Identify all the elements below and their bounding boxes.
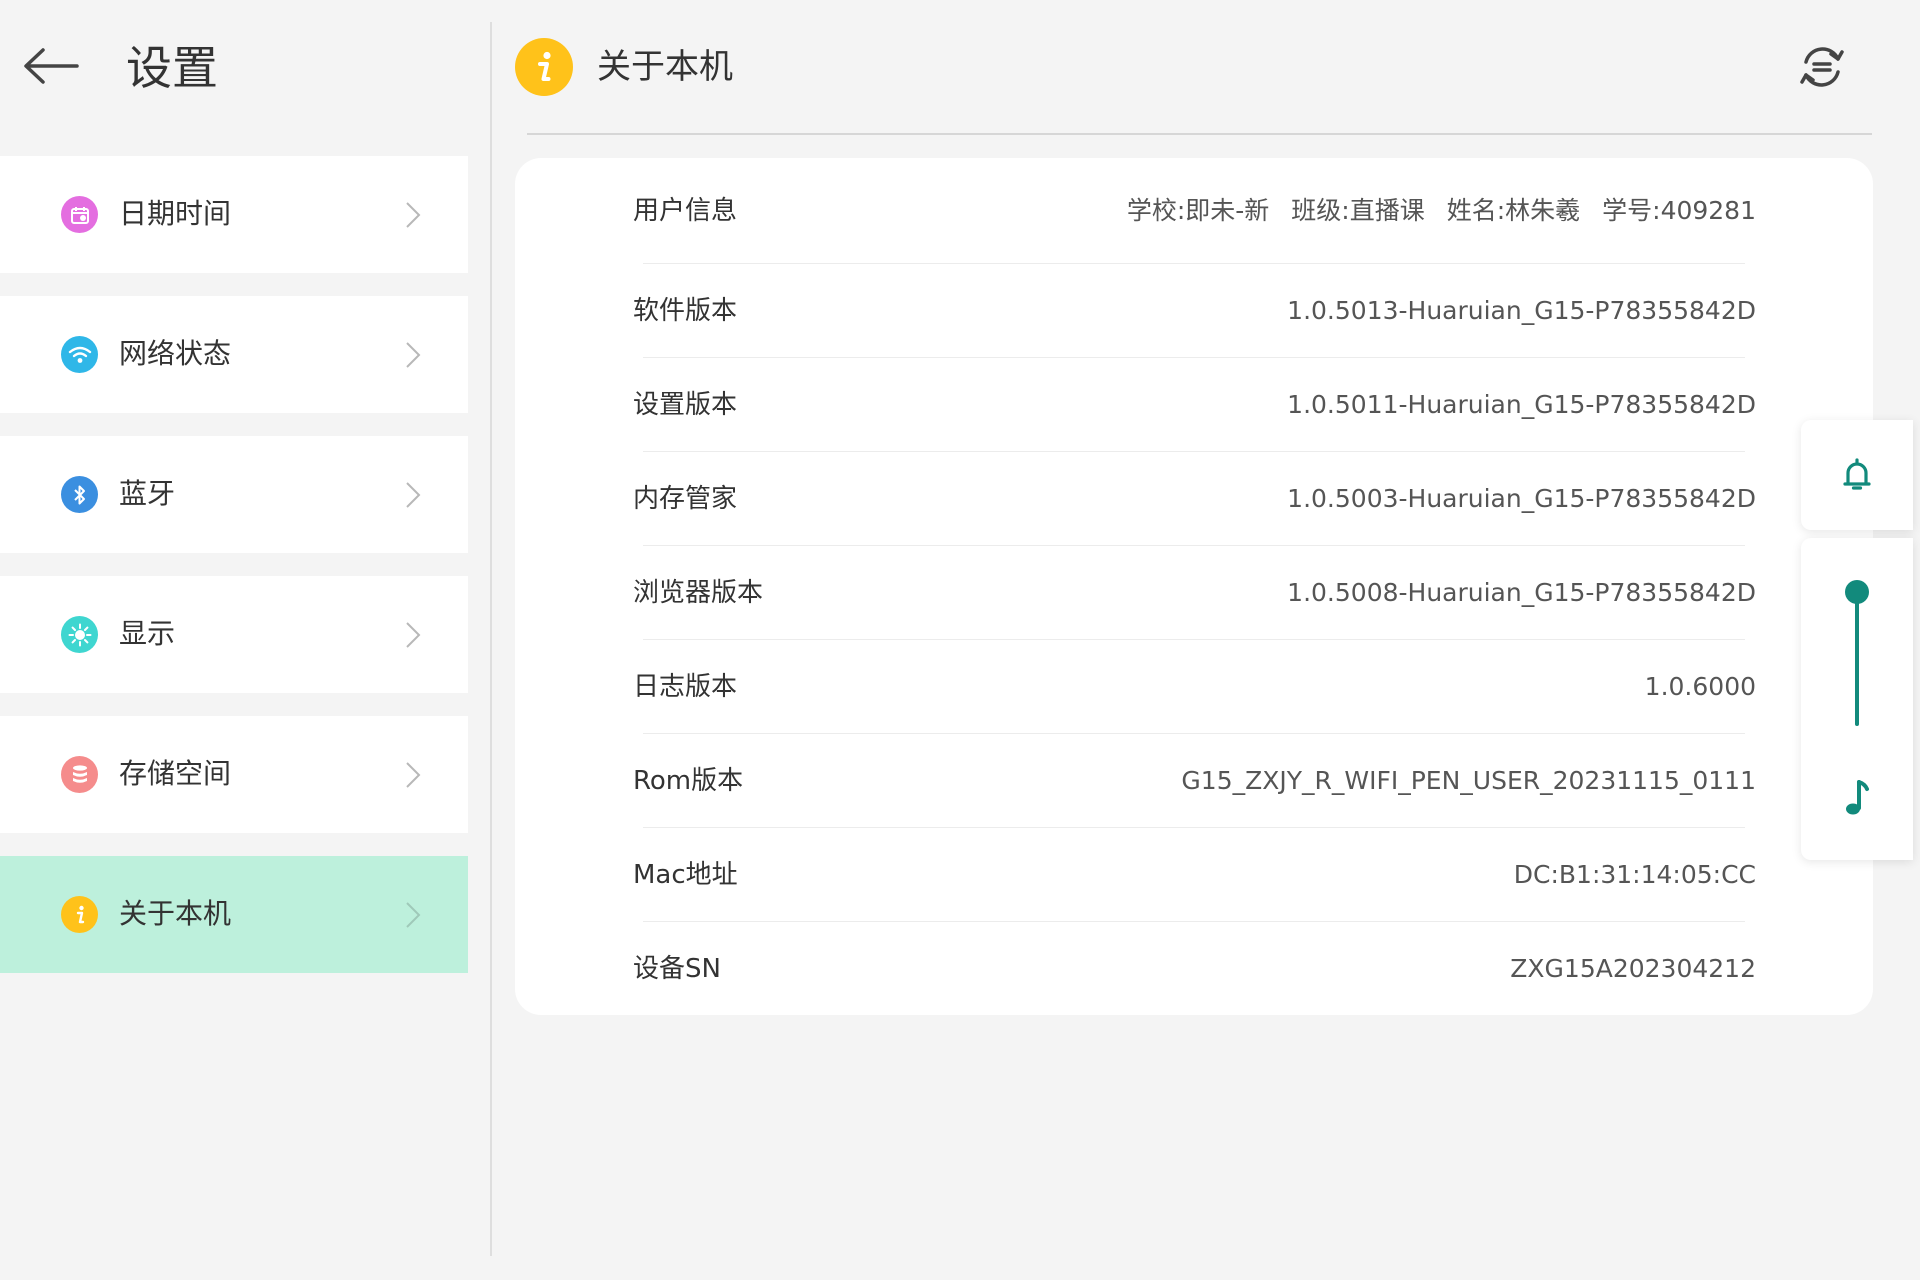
chevron-right-icon <box>406 202 421 228</box>
info-label: 设置版本 <box>633 390 738 420</box>
sidebar-item-label: 日期时间 <box>119 197 232 230</box>
bluetooth-icon <box>61 476 98 513</box>
info-row-rom-version: Rom版本 G15_ZXJY_R_WIFI_PEN_USER_20231115_… <box>515 734 1873 828</box>
chevron-right-icon <box>406 902 421 928</box>
chevron-right-icon <box>406 762 421 788</box>
sidebar-item-label: 显示 <box>119 617 176 650</box>
user-name: 姓名:林朱羲 <box>1446 196 1581 225</box>
calendar-icon <box>61 196 98 233</box>
chevron-right-icon <box>406 342 421 368</box>
sidebar-divider <box>490 22 492 1256</box>
volume-slider-track[interactable] <box>1855 586 1859 726</box>
chevron-right-icon <box>406 622 421 648</box>
user-info-values: 学校:即未-新 班级:直播课 姓名:林朱羲 学号:409281 <box>1127 164 1756 258</box>
sidebar-item-network[interactable]: 网络状态 <box>0 296 468 413</box>
volume-slider-panel <box>1801 538 1913 860</box>
sidebar-item-label: 蓝牙 <box>119 477 176 510</box>
bell-icon <box>1843 458 1871 490</box>
info-row-mac-address: Mac地址 DC:B1:31:14:05:CC <box>515 828 1873 922</box>
info-row-software-version: 软件版本 1.0.5013-Huaruian_G15-P78355842D <box>515 264 1873 358</box>
info-value: DC:B1:31:14:05:CC <box>1513 860 1756 889</box>
user-class: 班级:直播课 <box>1291 196 1425 225</box>
info-row-memory-manager: 内存管家 1.0.5003-Huaruian_G15-P78355842D <box>515 452 1873 546</box>
info-value: 1.0.5011-Huaruian_G15-P78355842D <box>1287 390 1756 419</box>
refresh-icon <box>1800 47 1844 87</box>
info-label: 日志版本 <box>633 672 738 702</box>
sidebar-item-label: 网络状态 <box>119 337 232 370</box>
info-value: ZXG15A202304212 <box>1510 954 1756 983</box>
info-icon <box>61 896 98 933</box>
back-arrow-icon <box>24 48 79 84</box>
sidebar-item-storage[interactable]: 存储空间 <box>0 716 468 833</box>
settings-menu: 日期时间 网络状态 蓝牙 显示 存储空间 关于本机 <box>0 156 468 996</box>
info-label: Rom版本 <box>633 766 744 796</box>
detail-title: 关于本机 <box>597 47 733 87</box>
info-label: 软件版本 <box>633 296 738 326</box>
info-icon <box>515 38 573 96</box>
info-row-settings-version: 设置版本 1.0.5011-Huaruian_G15-P78355842D <box>515 358 1873 452</box>
storage-icon <box>61 756 98 793</box>
info-value: 1.0.6000 <box>1644 672 1756 701</box>
sidebar-item-label: 存储空间 <box>119 757 232 790</box>
music-note-icon <box>1846 780 1869 815</box>
brightness-icon <box>61 616 98 653</box>
sidebar-item-bluetooth[interactable]: 蓝牙 <box>0 436 468 553</box>
refresh-button[interactable] <box>1794 42 1850 92</box>
info-value: 1.0.5008-Huaruian_G15-P78355842D <box>1287 578 1756 607</box>
sidebar-item-datetime[interactable]: 日期时间 <box>0 156 468 273</box>
header-divider <box>527 133 1872 135</box>
sidebar-item-about[interactable]: 关于本机 <box>0 856 468 973</box>
sidebar-item-label: 关于本机 <box>119 897 232 930</box>
chevron-right-icon <box>406 482 421 508</box>
info-value: 1.0.5013-Huaruian_G15-P78355842D <box>1287 296 1756 325</box>
wifi-icon <box>61 336 98 373</box>
volume-slider-thumb[interactable] <box>1845 580 1869 604</box>
info-row-browser-version: 浏览器版本 1.0.5008-Huaruian_G15-P78355842D <box>515 546 1873 640</box>
user-student-id: 学号:409281 <box>1602 196 1756 225</box>
notification-toggle[interactable] <box>1801 420 1913 530</box>
page-title: 设置 <box>126 41 218 95</box>
info-row-device-sn: 设备SN ZXG15A202304212 <box>515 922 1873 1016</box>
device-info-card: 用户信息 学校:即未-新 班级:直播课 姓名:林朱羲 学号:409281 软件版本 1… <box>515 158 1873 1015</box>
info-value: 1.0.5003-Huaruian_G15-P78355842D <box>1287 484 1756 513</box>
back-button[interactable] <box>18 40 82 92</box>
info-label: 用户信息 <box>633 196 738 226</box>
info-label: Mac地址 <box>633 860 738 890</box>
sidebar-item-display[interactable]: 显示 <box>0 576 468 693</box>
user-school: 学校:即未-新 <box>1126 196 1270 225</box>
info-row-user: 用户信息 学校:即未-新 班级:直播课 姓名:林朱羲 学号:409281 <box>515 164 1873 264</box>
info-label: 浏览器版本 <box>633 578 764 608</box>
info-label: 设备SN <box>633 954 721 984</box>
info-label: 内存管家 <box>633 484 738 514</box>
info-row-log-version: 日志版本 1.0.6000 <box>515 640 1873 734</box>
info-value: G15_ZXJY_R_WIFI_PEN_USER_20231115_0111 <box>1181 766 1756 795</box>
